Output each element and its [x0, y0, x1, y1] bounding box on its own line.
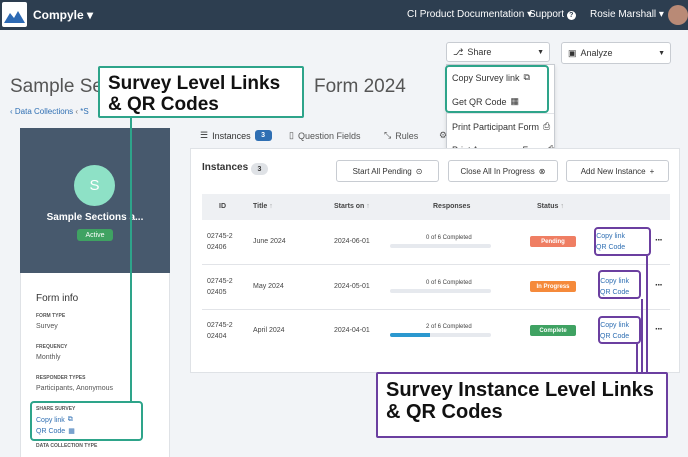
file-icon: ▯	[289, 130, 294, 140]
play-icon: ⊙	[415, 166, 423, 176]
analyze-button[interactable]: ▣ Analyze ▼	[561, 42, 671, 64]
callout-connector	[641, 299, 643, 372]
row-divider	[202, 309, 670, 310]
profile-avatar: S	[74, 165, 115, 206]
instances-heading: Instances	[202, 162, 249, 173]
row-id: 02745-2 02404	[207, 322, 233, 340]
row-divider	[202, 264, 670, 265]
chevron-left-icon: ‹	[10, 107, 13, 116]
share-button[interactable]: ⎇ Share ▼	[446, 42, 550, 62]
frequency-value: Monthly	[36, 354, 61, 361]
nav-support[interactable]: Support ?	[529, 9, 576, 20]
menu-divider	[447, 113, 554, 114]
form-type-label: FORM TYPE	[36, 313, 66, 319]
form-info-title: Form info	[36, 293, 79, 304]
avatar[interactable]	[668, 5, 688, 25]
more-options-icon[interactable]: ···	[655, 324, 663, 335]
close-circle-icon: ⊗	[538, 166, 546, 176]
rules-icon: ⤡	[384, 130, 392, 140]
callout-connector	[130, 113, 132, 401]
row-id: 02745-2 02406	[207, 233, 233, 251]
response-progress-bar	[390, 289, 491, 293]
row-responses: 2 of 6 Completed	[426, 324, 472, 330]
breadcrumb[interactable]: ‹ Data Collections ‹ *S	[10, 107, 89, 116]
column-starts-on[interactable]: Starts on ↑	[334, 203, 370, 210]
chevron-down-icon: ▼	[537, 48, 544, 56]
tab-question-fields[interactable]: ▯ Question Fields	[289, 130, 360, 141]
form-type-value: Survey	[36, 323, 58, 330]
column-title[interactable]: Title ↑	[253, 203, 273, 210]
survey-level-callout: Survey Level Links & QR Codes	[98, 66, 304, 118]
instances-heading-count: 3	[251, 163, 268, 175]
response-progress-bar	[390, 333, 491, 337]
chevron-down-icon: ▾	[87, 8, 94, 22]
list-icon: ☰	[200, 130, 209, 140]
row-responses: 0 of 6 Completed	[426, 280, 472, 286]
help-icon: ?	[566, 11, 576, 20]
callout-connector	[646, 256, 648, 372]
instance-links-highlight	[594, 227, 651, 256]
gear-icon: ⚙	[439, 130, 448, 140]
response-progress-fill	[390, 333, 431, 337]
row-starts-on: 2024-06-01	[334, 238, 370, 245]
callout-connector	[636, 343, 638, 372]
page-title-right: Form 2024	[314, 76, 406, 97]
tab-rules[interactable]: ⤡ Rules	[384, 130, 418, 141]
frequency-label: FREQUENCY	[36, 344, 68, 350]
instance-links-highlight	[598, 270, 641, 299]
nav-user[interactable]: Rosie Marshall ▾	[590, 9, 664, 20]
column-id: ID	[219, 203, 226, 210]
more-options-icon[interactable]: ···	[655, 235, 663, 246]
chevron-down-icon: ▾	[658, 9, 664, 20]
status-badge: In Progress	[530, 281, 576, 292]
close-all-in-progress-button[interactable]: Close All In Progress ⊗	[448, 160, 558, 182]
status-badge: Active	[77, 229, 113, 241]
top-bar: Compyle ▾ CI Product Documentation ▾ Sup…	[0, 0, 688, 30]
analyze-icon: ▣	[568, 47, 577, 58]
instances-count-badge: 3	[254, 130, 272, 141]
sort-icon: ↑	[269, 203, 273, 210]
printer-icon: ⎙	[543, 121, 551, 131]
row-title: June 2024	[253, 238, 286, 245]
profile-name: Sample Sections a...	[46, 212, 144, 223]
row-id: 02745-2 02405	[207, 278, 233, 296]
responder-types-value: Participants, Anonymous	[36, 385, 114, 392]
response-progress-bar	[390, 244, 491, 248]
chevron-down-icon: ▼	[658, 49, 665, 57]
profile-card: S Sample Sections a... Active	[20, 128, 170, 273]
responder-types-label: RESPONDER TYPES	[36, 375, 86, 381]
tab-settings[interactable]: ⚙	[439, 130, 447, 141]
instance-level-callout: Survey Instance Level Links & QR Codes	[376, 372, 668, 438]
row-starts-on: 2024-04-01	[334, 327, 370, 334]
status-badge: Pending	[530, 236, 576, 247]
row-responses: 0 of 6 Completed	[426, 235, 472, 241]
row-title: May 2024	[253, 283, 284, 290]
share-survey-highlight	[30, 401, 143, 441]
sort-icon: ↑	[366, 203, 370, 210]
share-icon: ⎇	[453, 46, 464, 57]
page-title-left: Sample Se	[10, 76, 103, 97]
status-badge: Complete	[530, 325, 576, 336]
start-all-pending-button[interactable]: Start All Pending ⊙	[336, 160, 439, 182]
compyle-logo-icon[interactable]	[2, 2, 27, 27]
sort-icon: ↑	[560, 203, 564, 210]
column-responses: Responses	[433, 203, 471, 210]
data-collection-type-label: DATA COLLECTION TYPE	[36, 443, 98, 449]
column-status[interactable]: Status ↑	[537, 203, 564, 210]
row-starts-on: 2024-05-01	[334, 283, 370, 290]
instance-links-highlight	[598, 316, 641, 344]
nav-docs[interactable]: CI Product Documentation ▾	[407, 9, 532, 20]
plus-icon: +	[649, 166, 655, 176]
brand-menu[interactable]: Compyle ▾	[33, 8, 93, 22]
menu-item-print-participant-form[interactable]: Print Participant Form ⎙	[452, 121, 550, 132]
row-title: April 2024	[253, 327, 285, 334]
tab-instances[interactable]: ☰ Instances 3	[200, 130, 272, 141]
more-options-icon[interactable]: ···	[655, 280, 663, 291]
share-menu-highlight	[445, 65, 549, 113]
add-new-instance-button[interactable]: Add New Instance +	[566, 160, 669, 182]
